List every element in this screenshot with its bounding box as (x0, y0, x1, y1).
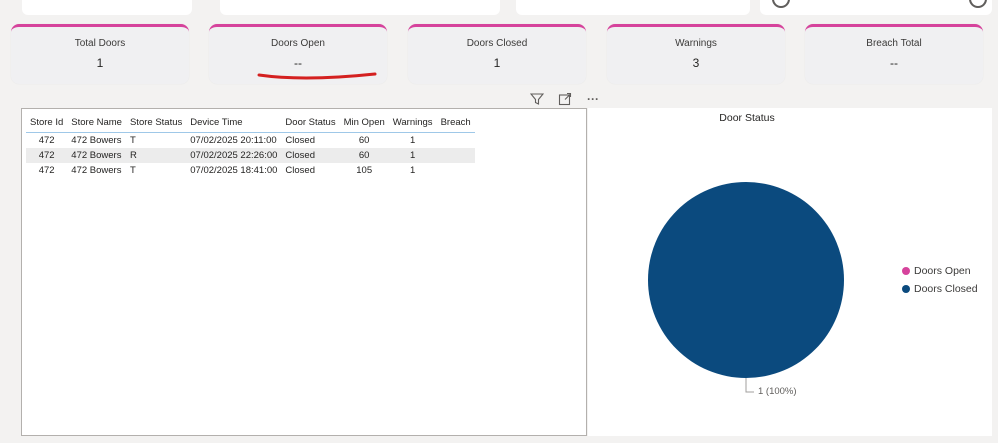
kpi-value: 1 (96, 56, 104, 70)
cell-device-time: 07/02/2025 22:26:00 (186, 148, 282, 163)
top-card-1 (22, 0, 192, 15)
cell-store-id: 472 (38, 135, 55, 146)
filter-icon[interactable] (528, 90, 546, 108)
top-card-2 (220, 0, 500, 15)
cell-min-open: 60 (339, 148, 389, 163)
legend-dot-icon (902, 267, 910, 275)
kpi-value: -- (294, 56, 302, 70)
door-events-table: Store Id Store Name Store Status Device … (21, 108, 587, 436)
column-header-store-name[interactable]: Store Name (67, 114, 126, 133)
cell-store-status: T (129, 135, 136, 146)
cell-breach (437, 133, 475, 149)
kpi-value: 1 (493, 56, 501, 70)
top-card-4 (760, 0, 992, 15)
table-header-row: Store Id Store Name Store Status Device … (26, 114, 475, 133)
column-header-door-status[interactable]: Door Status (281, 114, 340, 133)
kpi-label: Total Doors (74, 38, 126, 49)
column-header-min-open[interactable]: Min Open (339, 114, 389, 133)
focus-mode-icon[interactable] (556, 90, 574, 108)
cell-door-status: Closed (285, 165, 315, 176)
kpi-total-doors[interactable]: Total Doors 1 (11, 24, 189, 84)
visual-header-toolbar: ··· (528, 90, 602, 108)
legend-item-doors-open[interactable]: Doors Open (902, 265, 978, 277)
kpi-label: Doors Closed (466, 38, 528, 49)
table-row[interactable]: 472 472 Bowers T 07/02/2025 18:41:00 Clo… (26, 163, 475, 178)
table-row[interactable]: 472 472 Bowers T 07/02/2025 20:11:00 Clo… (26, 133, 475, 149)
cell-store-status: R (125, 148, 187, 163)
cell-warnings: 1 (410, 165, 416, 176)
cell-device-time: 07/02/2025 18:41:00 (190, 165, 278, 176)
cell-breach (436, 148, 475, 163)
cell-min-open: 105 (356, 165, 373, 176)
kpi-value: -- (890, 56, 898, 70)
kpi-doors-closed[interactable]: Doors Closed 1 (408, 24, 586, 84)
column-header-device-time[interactable]: Device Time (186, 114, 282, 133)
kpi-value: 3 (692, 56, 700, 70)
cell-warnings: 1 (388, 148, 437, 163)
data-grid: Store Id Store Name Store Status Device … (26, 114, 475, 178)
legend-label: Doors Open (914, 265, 971, 277)
top-card-3 (516, 0, 750, 15)
cell-warnings: 1 (410, 135, 416, 146)
cell-door-status: Closed (285, 135, 315, 146)
red-underline-annotation (257, 72, 377, 80)
pie-slice-doors-closed[interactable] (648, 182, 844, 378)
legend-dot-icon (902, 285, 910, 293)
cell-store-status: T (129, 165, 136, 176)
cell-device-time: 07/02/2025 20:11:00 (190, 135, 277, 146)
column-header-warnings[interactable]: Warnings (388, 114, 437, 133)
data-label-leader-line (745, 378, 754, 393)
cell-store-id: 472 (38, 165, 55, 176)
cell-store-name: 472 Bowers (71, 135, 122, 146)
cell-store-name: 472 Bowers (67, 148, 126, 163)
cell-store-id: 472 (26, 148, 68, 163)
cell-store-name: 472 Bowers (71, 165, 122, 176)
chart-legend: Doors Open Doors Closed (902, 265, 978, 301)
kpi-breach-total[interactable]: Breach Total -- (805, 24, 983, 84)
legend-item-doors-closed[interactable]: Doors Closed (902, 283, 978, 295)
cell-breach (437, 163, 475, 178)
legend-label: Doors Closed (914, 283, 978, 295)
door-status-chart: Door Status 1 (100%) Doors Open Doors Cl… (588, 108, 992, 436)
kpi-warnings[interactable]: Warnings 3 (607, 24, 785, 84)
table-row[interactable]: 472 472 Bowers R 07/02/2025 22:26:00 Clo… (26, 148, 475, 163)
kpi-label: Breach Total (866, 38, 922, 49)
column-header-breach[interactable]: Breach (436, 114, 475, 133)
kpi-label: Warnings (675, 38, 717, 49)
cell-door-status: Closed (281, 148, 340, 163)
more-options-icon[interactable]: ··· (584, 90, 602, 108)
kpi-label: Doors Open (271, 38, 325, 49)
pie-data-label: 1 (100%) (758, 386, 797, 397)
column-header-store-status[interactable]: Store Status (125, 114, 187, 133)
cell-min-open: 60 (358, 135, 370, 146)
column-header-store-id[interactable]: Store Id (26, 114, 68, 133)
